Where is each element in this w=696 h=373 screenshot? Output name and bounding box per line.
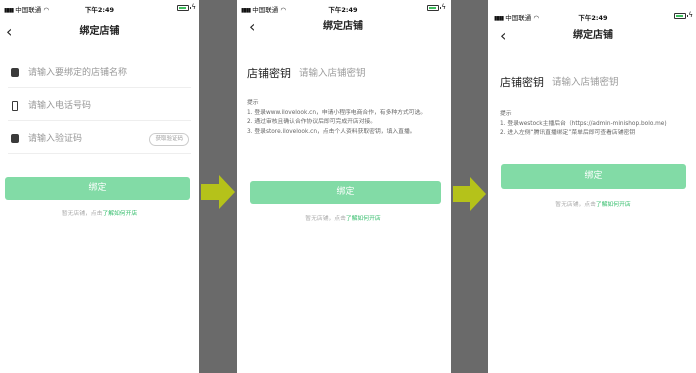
store-icon xyxy=(11,68,19,77)
hint-title: 提示 xyxy=(247,100,259,106)
footer-prefix: 暂无店铺，点击 xyxy=(305,216,346,222)
arrow-right-icon xyxy=(201,175,235,209)
bind-button[interactable]: 绑定 xyxy=(501,164,686,189)
shop-key-input[interactable] xyxy=(299,64,409,82)
battery-icon xyxy=(674,13,688,19)
shop-key-row: 店铺密钥 xyxy=(247,61,439,85)
shop-name-row xyxy=(8,58,191,88)
footer-prefix: 暂无店铺，点击 xyxy=(555,202,596,208)
hint-line: 1. 登录www.ilovelook.cn，申请小程序电商合作，有多种方式可选。 xyxy=(247,109,427,116)
get-code-button[interactable]: 获取验证码 xyxy=(149,133,189,146)
phone-input[interactable] xyxy=(28,97,146,115)
bind-button[interactable]: 绑定 xyxy=(5,177,190,200)
hint-title: 提示 xyxy=(500,111,512,117)
hint-line: 2. 进入左侧“腾讯直播绑定”菜单后即可查看店铺密钥 xyxy=(500,130,636,136)
open-shop-link[interactable]: 了解如何开店 xyxy=(346,216,381,222)
status-bar: ▮▮▮▮ 中国联通 ◠ 下午2:49 ϟ xyxy=(0,0,199,14)
shop-key-label: 店铺密钥 xyxy=(500,76,544,89)
hint-block: 提示 1. 登录westock主播后台（https://admin-minish… xyxy=(500,110,688,139)
battery-icon xyxy=(177,5,191,11)
phone-screen-shop-key-westock: ▮▮▮▮ 中国联通 ◠ 下午2:49 ϟ ‹ 绑定店铺 店铺密钥 提示 1. 登… xyxy=(490,0,696,373)
open-shop-link[interactable]: 了解如何开店 xyxy=(596,202,631,208)
footer-prefix: 暂无店铺，点击 xyxy=(61,211,103,217)
charging-icon: ϟ xyxy=(688,11,693,19)
code-input[interactable] xyxy=(28,130,128,148)
shop-name-input[interactable] xyxy=(28,64,146,82)
status-bar: ▮▮▮▮ 中国联通 ◠ 下午2:49 ϟ xyxy=(490,8,696,22)
phone-icon xyxy=(12,101,18,111)
phone-screen-shop-key: ▮▮▮▮ 中国联通 ◠ 下午2:49 ϟ ‹ 绑定店铺 店铺密钥 提示 1. 登… xyxy=(237,0,449,373)
phone-screen-bind-shop: ▮▮▮▮ 中国联通 ◠ 下午2:49 ϟ ‹ 绑定店铺 获取验证码 绑定 暂无店… xyxy=(0,0,199,373)
footer-note: 暂无店铺，点击了解如何开店 xyxy=(490,199,696,208)
status-bar: ▮▮▮▮ 中国联通 ◠ 下午2:49 ϟ xyxy=(237,0,449,14)
shop-key-label: 店铺密钥 xyxy=(247,67,291,80)
open-shop-link[interactable]: 了解如何开店 xyxy=(102,211,137,217)
page-title: 绑定店铺 xyxy=(573,30,613,41)
navbar: ‹ 绑定店铺 xyxy=(0,22,199,42)
status-time: 下午2:49 xyxy=(84,6,115,14)
shop-key-row: 店铺密钥 xyxy=(500,70,686,94)
charging-icon: ϟ xyxy=(191,3,196,11)
page-title: 绑定店铺 xyxy=(323,21,363,32)
hint-line: 1. 登录westock主播后台（https://admin-minishop.… xyxy=(500,120,667,127)
battery-icon xyxy=(427,5,441,11)
code-icon xyxy=(11,134,19,143)
status-time: 下午2:49 xyxy=(578,14,608,22)
phone-row xyxy=(8,91,191,121)
code-row: 获取验证码 xyxy=(8,124,191,154)
navbar: ‹ 绑定店铺 xyxy=(237,17,449,37)
status-time: 下午2:49 xyxy=(328,6,358,14)
page-title: 绑定店铺 xyxy=(79,26,120,37)
shop-key-input[interactable] xyxy=(552,73,662,91)
hint-line: 3. 登录store.ilovelook.cn，点击个人资料获取密钥，填入直播。 xyxy=(247,128,416,135)
hint-block: 提示 1. 登录www.ilovelook.cn，申请小程序电商合作，有多种方式… xyxy=(247,99,441,137)
bind-button[interactable]: 绑定 xyxy=(250,181,441,204)
charging-icon: ϟ xyxy=(441,3,446,11)
navbar: ‹ 绑定店铺 xyxy=(490,26,696,46)
footer-note: 暂无店铺，点击了解如何开店 xyxy=(0,208,199,217)
arrow-right-icon xyxy=(453,177,486,211)
hint-line: 2. 通过审核且确认合作协议后即可完成开店对接。 xyxy=(247,119,377,125)
footer-note: 暂无店铺，点击了解如何开店 xyxy=(237,213,449,222)
